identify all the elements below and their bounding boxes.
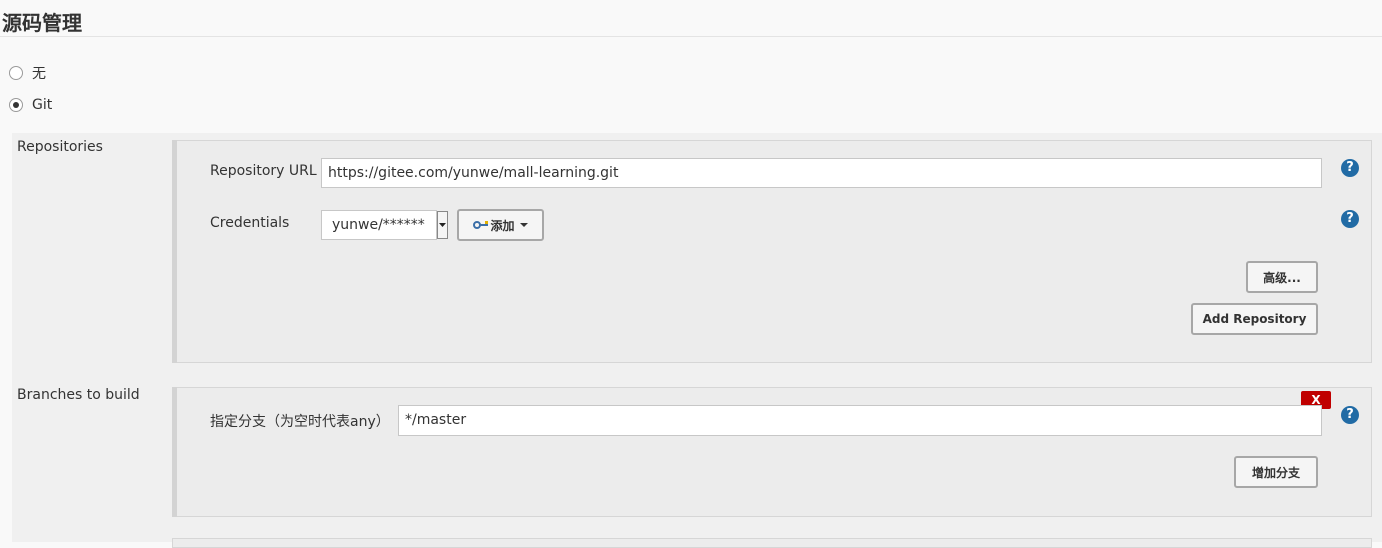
radio-git[interactable] bbox=[9, 98, 23, 112]
add-branch-button[interactable]: 增加分支 bbox=[1234, 456, 1318, 488]
add-credentials-label: 添加 bbox=[490, 218, 515, 233]
branches-label: Branches to build bbox=[17, 387, 140, 403]
repository-panel-bar bbox=[172, 140, 177, 363]
credentials-help-icon[interactable]: ? bbox=[1341, 210, 1359, 228]
scm-option-none[interactable]: 无 bbox=[9, 63, 46, 83]
chevron-down-icon bbox=[519, 222, 528, 227]
add-repository-button[interactable]: Add Repository bbox=[1191, 303, 1318, 335]
branch-panel-bar bbox=[172, 387, 177, 517]
repository-url-help-icon[interactable]: ? bbox=[1341, 159, 1359, 177]
repositories-label: Repositories bbox=[17, 139, 103, 155]
repository-url-label: Repository URL bbox=[210, 163, 317, 179]
branch-specifier-label: 指定分支（为空时代表any） bbox=[210, 414, 390, 430]
key-icon bbox=[473, 221, 489, 229]
repository-url-input[interactable]: https://gitee.com/yunwe/mall-learning.gi… bbox=[321, 158, 1322, 188]
credentials-select[interactable]: yunwe/****** bbox=[321, 210, 437, 240]
add-credentials-button[interactable]: 添加 bbox=[457, 209, 544, 241]
credentials-dropdown-arrow[interactable] bbox=[437, 211, 448, 239]
credentials-label: Credentials bbox=[210, 215, 290, 231]
section-title: 源码管理 bbox=[2, 11, 82, 35]
radio-none-label: 无 bbox=[32, 66, 46, 82]
advanced-button[interactable]: 高级... bbox=[1246, 261, 1318, 293]
branch-help-icon[interactable]: ? bbox=[1341, 406, 1359, 424]
radio-git-label: Git bbox=[32, 97, 53, 113]
chevron-down-icon bbox=[439, 222, 446, 227]
scm-option-git[interactable]: Git bbox=[9, 97, 52, 113]
branch-specifier-input[interactable]: */master bbox=[398, 405, 1322, 436]
title-divider bbox=[0, 36, 1382, 37]
radio-none[interactable] bbox=[9, 66, 23, 80]
next-panel-edge bbox=[172, 538, 1372, 548]
